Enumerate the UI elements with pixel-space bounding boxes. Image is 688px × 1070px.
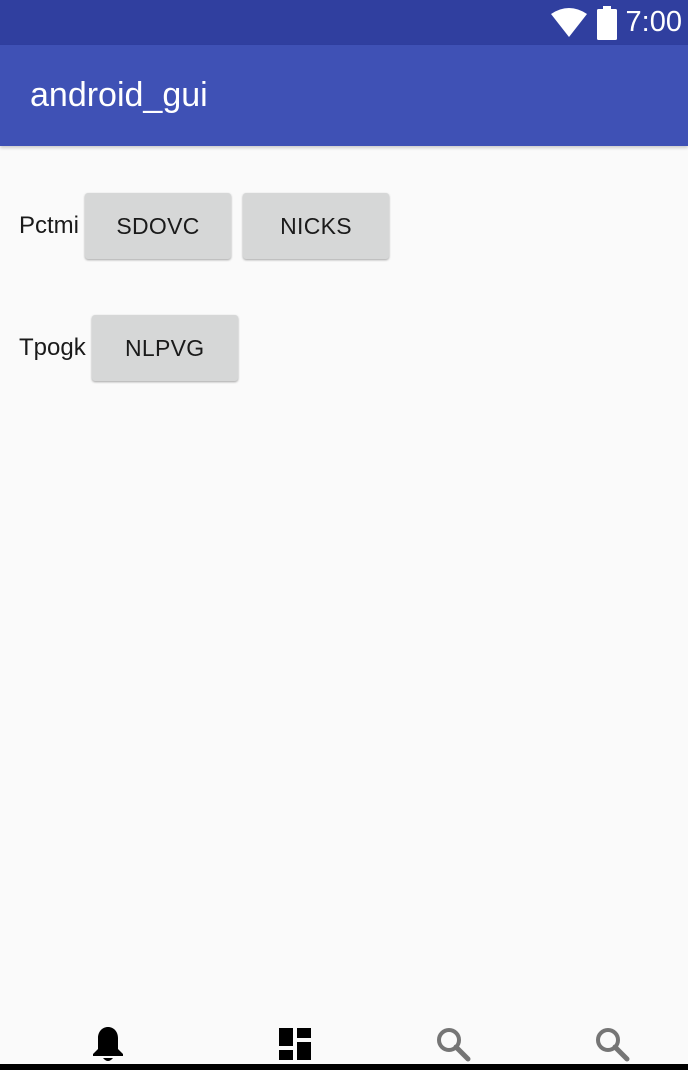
nav-item-dashboard[interactable]: [275, 1024, 315, 1064]
dashboard-icon: [278, 1027, 312, 1061]
row-pctmi: Pctmi SDOVC NICKS: [0, 192, 401, 260]
status-icons: 7:00: [550, 0, 682, 45]
nav-item-search-2[interactable]: [592, 1024, 632, 1064]
app-title: android_gui: [30, 76, 208, 114]
nlpvg-button[interactable]: NLPVG: [91, 315, 238, 381]
app-bar: android_gui: [0, 45, 688, 146]
wifi-icon: [550, 7, 588, 38]
row-label: Pctmi: [19, 212, 79, 239]
search-icon: [435, 1026, 471, 1062]
screen: 7:00 android_gui Pctmi SDOVC NICKS Tpogk…: [0, 0, 688, 1070]
nav-item-notifications[interactable]: [88, 1024, 128, 1064]
bottom-navigation: [0, 1012, 688, 1064]
row-label: Tpogk: [19, 334, 86, 361]
bell-icon: [91, 1025, 125, 1063]
sdovc-button[interactable]: SDOVC: [85, 193, 231, 259]
status-bar: 7:00: [0, 0, 688, 45]
nicks-button[interactable]: NICKS: [243, 193, 389, 259]
row-tpogk: Tpogk NLPVG: [0, 314, 250, 382]
nav-item-search-1[interactable]: [433, 1024, 473, 1064]
status-time: 7:00: [625, 6, 682, 38]
system-nav-strip: [0, 1064, 688, 1070]
battery-icon: [596, 5, 618, 40]
search-icon: [594, 1026, 630, 1062]
